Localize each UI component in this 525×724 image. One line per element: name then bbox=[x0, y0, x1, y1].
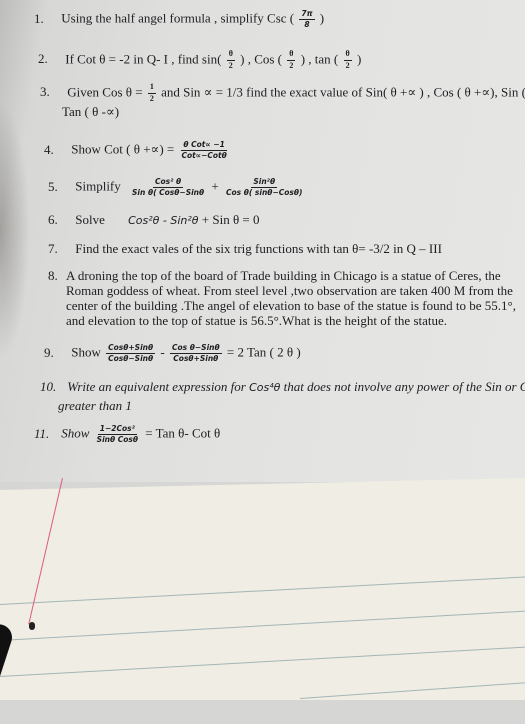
fraction: 7π 8 bbox=[299, 9, 315, 30]
fraction: Cosθ+Sinθ Cosθ−Sinθ bbox=[106, 343, 156, 364]
pen-tip bbox=[29, 622, 35, 630]
question-4: 4. Show Cot ( θ +∝) = θ Cot∝ −1 Cot∝−Cotθ bbox=[44, 140, 227, 161]
question-10-line-2: greater than 1 bbox=[58, 398, 132, 413]
question-3-line-2: Tan ( θ -∝) bbox=[62, 104, 120, 119]
question-11: 11. Show 1−2Cos² Sinθ Cosθ = Tan θ- Cot θ bbox=[34, 424, 221, 445]
question-2: 2. If Cot θ = -2 in Q- I , find sin( θ2 … bbox=[38, 49, 362, 70]
question-text: Using the half angel formula , simplify … bbox=[61, 10, 295, 26]
lined-notepad bbox=[0, 478, 525, 700]
fraction: Sin²θ Cos θ( sinθ−Cosθ) bbox=[226, 177, 303, 198]
fraction: θ Cot∝ −1 Cot∝−Cotθ bbox=[181, 140, 227, 161]
question-number: 1. bbox=[34, 10, 44, 26]
question-9: 9. Show Cosθ+Sinθ Cosθ−Sinθ - Cos θ−Sinθ C… bbox=[44, 343, 301, 364]
fraction: 12 bbox=[147, 82, 156, 103]
question-3: 3. Given Cos θ = 12 and Sin ∝ = 1/3 find… bbox=[40, 82, 525, 103]
fraction: Cos² θ Sin θ( Cosθ−Sinθ bbox=[132, 177, 205, 198]
fraction: 1−2Cos² Sinθ Cosθ bbox=[96, 424, 139, 445]
question-1: 1. Using the half angel formula , simpli… bbox=[34, 9, 325, 30]
question-5: 5. Simplify Cos² θ Sin θ( Cosθ−Sinθ + Sin… bbox=[48, 177, 303, 198]
fraction: θ2 bbox=[226, 49, 235, 70]
fraction: θ2 bbox=[287, 49, 296, 70]
finger-shadow bbox=[0, 100, 30, 360]
fraction: θ2 bbox=[343, 49, 352, 70]
question-8: 8. A droning the top of the board of Tra… bbox=[48, 268, 516, 328]
question-7: 7. Find the exact vales of the six trig … bbox=[48, 241, 442, 256]
question-10: 10. Write an equivalent expression for C… bbox=[40, 379, 525, 394]
fraction: Cos θ−Sinθ Cosθ+Sinθ bbox=[170, 343, 222, 364]
question-6: 6. Solve Cos²θ - Sin²θ + Sin θ = 0 bbox=[48, 212, 260, 227]
